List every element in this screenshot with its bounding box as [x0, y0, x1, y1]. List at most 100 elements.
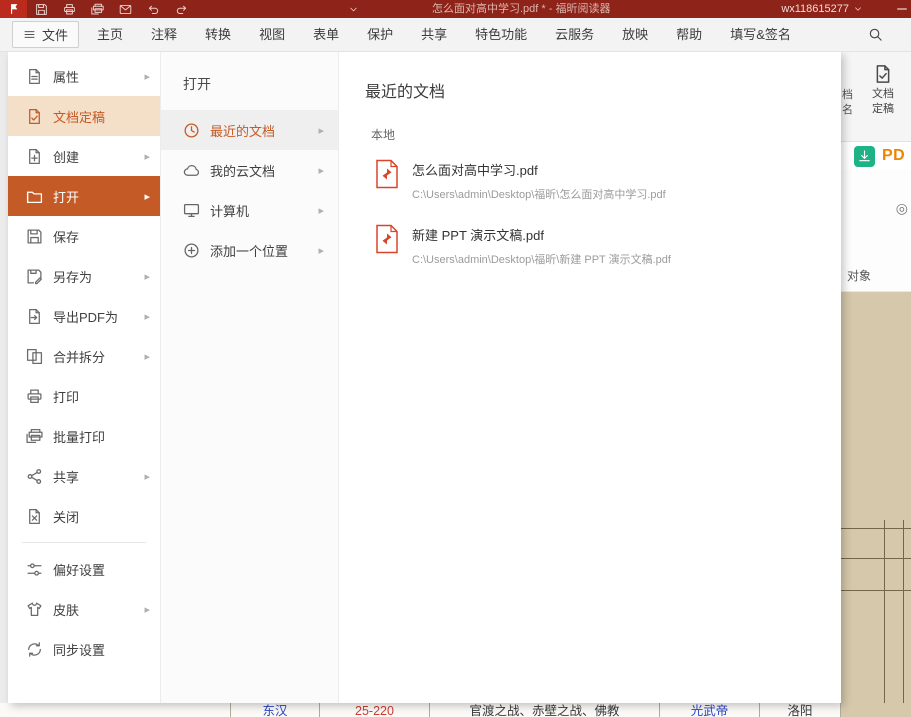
search-icon[interactable]: [868, 27, 883, 42]
open-header: 打开: [161, 52, 338, 110]
ribbon-tab[interactable]: 主页: [83, 18, 137, 51]
file-menu-item[interactable]: 关闭 ▸: [8, 496, 160, 536]
file-menu-item[interactable]: 合并拆分 ▸: [8, 336, 160, 376]
finalize-icon: [26, 108, 43, 125]
clock-icon: [183, 122, 200, 139]
file-menu-item[interactable]: 同步设置 ▸: [8, 629, 160, 669]
ribbon-tab[interactable]: 放映: [608, 18, 662, 51]
menu-item-label: 添加一个位置: [210, 241, 288, 260]
menu-item-label: 批量打印: [53, 427, 105, 446]
ribbon-button-partial[interactable]: 档 名: [842, 88, 853, 118]
ribbon-tab[interactable]: 表单: [299, 18, 353, 51]
save-icon[interactable]: [35, 3, 48, 16]
ribbon-tab[interactable]: 注释: [137, 18, 191, 51]
submenu-arrow-icon: ▸: [144, 150, 150, 163]
file-path: C:\Users\admin\Desktop\福昕\新建 PPT 演示文稿.pd…: [412, 251, 671, 267]
file-menu-item[interactable]: 共享 ▸: [8, 456, 160, 496]
add-place-icon: [183, 242, 200, 259]
cloud-icon: [183, 162, 200, 179]
table-cell: 东汉: [230, 703, 320, 717]
pdf-file-icon: [375, 159, 399, 189]
print-icon: [26, 388, 43, 405]
file-menu-item[interactable]: 皮肤 ▸: [8, 589, 160, 629]
save-as-icon: [26, 268, 43, 285]
chevron-down-icon: [853, 4, 863, 14]
account-menu[interactable]: wx118615277: [781, 0, 863, 18]
quick-access-toolbar: [35, 3, 188, 16]
object-panel-label: 对象: [847, 267, 871, 284]
ribbon-tab[interactable]: 视图: [245, 18, 299, 51]
file-menu-item[interactable]: 另存为 ▸: [8, 256, 160, 296]
batch-print-icon: [26, 428, 43, 445]
file-menu-list: 属性 ▸ 文档定稿 ▸ 创建 ▸ 打开 ▸: [8, 52, 160, 703]
menu-item-label: 创建: [53, 147, 79, 166]
open-menu-item[interactable]: 最近的文档 ▸: [161, 110, 338, 150]
hamburger-icon: [23, 28, 36, 41]
recent-files-list: 怎么面对高中学习.pdf C:\Users\admin\Desktop\福昕\怎…: [365, 159, 841, 267]
menu-item-label: 皮肤: [53, 600, 79, 619]
mail-icon[interactable]: [119, 3, 132, 16]
file-menu-item[interactable]: 批量打印 ▸: [8, 416, 160, 456]
file-menu-item[interactable]: 导出PDF为 ▸: [8, 296, 160, 336]
ribbon-tabs: 主页注释转换视图表单保护共享特色功能云服务放映帮助填写&签名: [83, 18, 805, 51]
foxit-flag-icon: [8, 3, 20, 15]
pdf-file-icon: [375, 224, 399, 254]
open-menu-item[interactable]: 计算机 ▸: [161, 190, 338, 230]
doc-check-icon: [873, 64, 893, 84]
open-items: 最近的文档 ▸ 我的云文档 ▸ 计算机 ▸: [161, 110, 338, 270]
pdf-convert-widget[interactable]: PD: [841, 142, 911, 170]
foxit-logo[interactable]: [0, 0, 27, 18]
open-submenu: 打开 最近的文档 ▸ 我的云文档 ▸: [160, 52, 338, 703]
file-menu-item[interactable]: 创建 ▸: [8, 136, 160, 176]
menu-item-label: 我的云文档: [210, 161, 275, 180]
ribbon-strip: 档 名 文档 定稿: [841, 52, 911, 142]
ribbon-tab[interactable]: 转换: [191, 18, 245, 51]
menu-item-label: 导出PDF为: [53, 307, 118, 326]
ribbon-tab[interactable]: 特色功能: [461, 18, 541, 51]
ribbon-tab[interactable]: 填写&签名: [716, 18, 805, 51]
menu-item-label: 保存: [53, 227, 79, 246]
file-name: 新建 PPT 演示文稿.pdf: [412, 225, 671, 244]
menu-item-label: 共享: [53, 467, 79, 486]
undo-icon[interactable]: [147, 3, 160, 16]
file-menu-item[interactable]: 偏好设置 ▸: [8, 549, 160, 589]
file-menu-button[interactable]: 文件: [12, 21, 79, 48]
submenu-arrow-icon: ▸: [318, 244, 324, 257]
title-bar: 怎么面对高中学习.pdf * - 福昕阅读器 wx118615277: [0, 0, 911, 18]
menu-item-label: 合并拆分: [53, 347, 105, 366]
submenu-arrow-icon: ▸: [144, 190, 150, 203]
ribbon-tab[interactable]: 共享: [407, 18, 461, 51]
share-icon: [26, 468, 43, 485]
target-icon[interactable]: ◎: [896, 200, 908, 217]
minimize-button[interactable]: [895, 2, 909, 16]
ribbon-tab[interactable]: 保护: [353, 18, 407, 51]
file-menu-item[interactable]: 打开 ▸: [8, 176, 160, 216]
print-icon[interactable]: [63, 3, 76, 16]
table-grid-line: [841, 558, 911, 559]
finalize-doc-ribbon-button[interactable]: 文档 定稿: [861, 64, 905, 117]
sync-icon: [26, 641, 43, 658]
怎么面对高中学习.pdf[interactable]: 怎么面对高中学习.pdf C:\Users\admin\Desktop\福昕\怎…: [375, 159, 841, 202]
新建 PPT 演示文稿.pdf[interactable]: 新建 PPT 演示文稿.pdf C:\Users\admin\Desktop\福…: [375, 224, 841, 267]
submenu-arrow-icon: ▸: [144, 603, 150, 616]
table-cell: 洛阳: [760, 703, 841, 717]
quick-access-dropdown-icon[interactable]: [348, 4, 359, 15]
open-menu-item[interactable]: 添加一个位置 ▸: [161, 230, 338, 270]
open-icon: [26, 188, 43, 205]
file-menu-item[interactable]: 文档定稿 ▸: [8, 96, 160, 136]
quick-print-icon[interactable]: [91, 3, 104, 16]
redo-icon[interactable]: [175, 3, 188, 16]
create-icon: [26, 148, 43, 165]
menu-item-label: 文档定稿: [53, 107, 105, 126]
table-grid-line: [903, 520, 904, 703]
menu-item-label: 另存为: [53, 267, 92, 286]
submenu-arrow-icon: ▸: [144, 310, 150, 323]
open-menu-item[interactable]: 我的云文档 ▸: [161, 150, 338, 190]
file-menu-item[interactable]: 打印 ▸: [8, 376, 160, 416]
file-menu-item[interactable]: 保存 ▸: [8, 216, 160, 256]
ribbon-tab[interactable]: 帮助: [662, 18, 716, 51]
table-cell: 光武帝: [660, 703, 760, 717]
table-grid-line: [841, 590, 911, 591]
ribbon-tab[interactable]: 云服务: [541, 18, 608, 51]
file-menu-item[interactable]: 属性 ▸: [8, 56, 160, 96]
